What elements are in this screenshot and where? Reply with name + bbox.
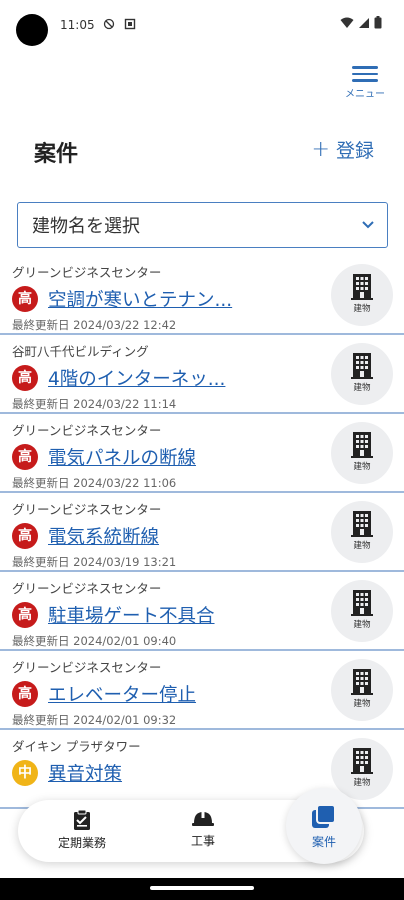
- building-icon: [351, 748, 373, 774]
- case-list-item[interactable]: グリーンビジネスセンター 高 電気パネルの断線 最終更新日 2024/03/22…: [0, 414, 404, 493]
- priority-badge: 高: [12, 365, 38, 391]
- case-title-link[interactable]: 空調が寒いとテナン...: [48, 286, 232, 312]
- building-select[interactable]: 建物名を選択: [17, 202, 388, 248]
- building-icon-caption: 建物: [353, 620, 371, 630]
- building-icon-caption: 建物: [353, 778, 371, 788]
- building-icon-caption: 建物: [353, 304, 371, 314]
- status-right-icons: [340, 16, 382, 29]
- register-button[interactable]: + 登録: [312, 136, 374, 163]
- building-icon: [351, 353, 373, 379]
- case-title-link[interactable]: 駐車場ゲート不具合: [48, 602, 215, 628]
- building-name: グリーンビジネスセンター: [12, 502, 162, 517]
- building-name: 谷町八千代ビルディング: [12, 344, 149, 359]
- nav-routine[interactable]: 定期業務: [54, 809, 110, 851]
- plus-icon: +: [311, 136, 330, 162]
- case-list-item[interactable]: グリーンビジネスセンター 高 電気系統断線 最終更新日 2024/03/19 1…: [0, 493, 404, 572]
- nav-construction-label: 工事: [190, 834, 215, 848]
- priority-badge: 高: [12, 523, 38, 549]
- building-icon: [351, 511, 373, 537]
- last-updated: 最終更新日 2024/02/01 09:40: [12, 634, 177, 648]
- building-button[interactable]: 建物: [331, 659, 393, 721]
- page-title: 案件: [34, 142, 79, 167]
- building-button[interactable]: 建物: [331, 343, 393, 405]
- building-icon-caption: 建物: [353, 699, 371, 709]
- system-nav-bar: [0, 878, 404, 900]
- nav-cases-label: 案件: [311, 835, 336, 849]
- last-updated: 最終更新日 2024/03/19 13:21: [12, 555, 177, 569]
- priority-badge: 高: [12, 602, 38, 628]
- wifi-icon: [340, 17, 354, 28]
- building-icon-caption: 建物: [353, 541, 371, 551]
- building-button[interactable]: 建物: [331, 422, 393, 484]
- chevron-down-icon: [362, 221, 374, 229]
- building-select-placeholder: 建物名を選択: [32, 216, 140, 237]
- notification-icon: [124, 18, 136, 30]
- building-icon: [351, 274, 373, 300]
- case-title-link[interactable]: 異音対策: [48, 760, 122, 786]
- last-updated: 最終更新日 2024/03/22 11:14: [12, 397, 177, 411]
- menu-button[interactable]: メニュー: [340, 62, 390, 102]
- nav-cases[interactable]: 案件: [286, 788, 362, 864]
- building-icon: [351, 669, 373, 695]
- home-indicator[interactable]: [150, 886, 254, 890]
- case-list-item[interactable]: 谷町八千代ビルディング 高 4階のインターネッ... 最終更新日 2024/03…: [0, 335, 404, 414]
- case-title-link[interactable]: エレベーター停止: [48, 681, 196, 707]
- building-icon: [351, 432, 373, 458]
- menu-label: メニュー: [345, 88, 385, 100]
- case-title-link[interactable]: 電気パネルの断線: [48, 444, 196, 470]
- camera-cutout: [16, 14, 48, 46]
- building-button[interactable]: 建物: [331, 501, 393, 563]
- hamburger-icon: [352, 66, 378, 82]
- case-title-link[interactable]: 電気系統断線: [48, 523, 159, 549]
- status-time: 11:05: [60, 18, 95, 32]
- building-button[interactable]: 建物: [331, 580, 393, 642]
- building-name: グリーンビジネスセンター: [12, 581, 162, 596]
- case-title-link[interactable]: 4階のインターネッ...: [48, 365, 225, 391]
- building-icon: [351, 590, 373, 616]
- clipboard-icon: [74, 809, 90, 830]
- case-list-item[interactable]: グリーンビジネスセンター 高 駐車場ゲート不具合 最終更新日 2024/02/0…: [0, 572, 404, 651]
- building-button[interactable]: 建物: [331, 264, 393, 326]
- hard-hat-icon: [192, 811, 214, 826]
- cases-icon: [312, 804, 336, 828]
- case-list: グリーンビジネスセンター 高 空調が寒いとテナン... 最終更新日 2024/0…: [0, 256, 404, 809]
- nav-routine-label: 定期業務: [57, 836, 106, 850]
- building-icon-caption: 建物: [353, 462, 371, 472]
- building-name: グリーンビジネスセンター: [12, 423, 162, 438]
- last-updated: 最終更新日 2024/02/01 09:32: [12, 713, 177, 727]
- priority-badge: 高: [12, 681, 38, 707]
- vpn-icon: [103, 18, 115, 30]
- last-updated: 最終更新日 2024/03/22 11:06: [12, 476, 177, 490]
- building-name: グリーンビジネスセンター: [12, 265, 162, 280]
- signal-icon: [359, 17, 369, 28]
- status-bar: 11:05: [0, 0, 404, 50]
- building-name: ダイキン プラザタワー: [12, 739, 141, 754]
- building-name: グリーンビジネスセンター: [12, 660, 162, 675]
- nav-construction[interactable]: 工事: [178, 809, 228, 849]
- register-label: 登録: [335, 140, 374, 162]
- last-updated: 最終更新日 2024/03/22 12:42: [12, 318, 177, 332]
- building-icon-caption: 建物: [353, 383, 371, 393]
- battery-icon: [374, 16, 382, 29]
- case-list-item[interactable]: グリーンビジネスセンター 高 エレベーター停止 最終更新日 2024/02/01…: [0, 651, 404, 730]
- priority-badge: 高: [12, 444, 38, 470]
- case-list-item[interactable]: グリーンビジネスセンター 高 空調が寒いとテナン... 最終更新日 2024/0…: [0, 256, 404, 335]
- priority-badge: 中: [12, 760, 38, 786]
- priority-badge: 高: [12, 286, 38, 312]
